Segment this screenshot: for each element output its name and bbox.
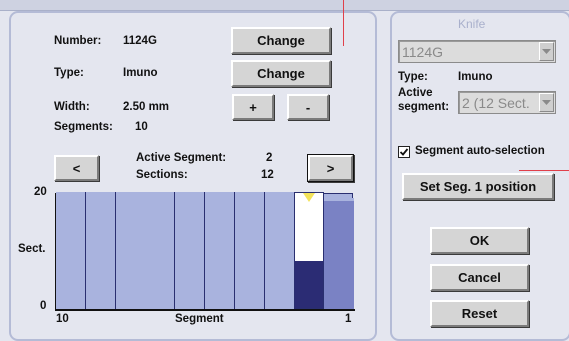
segment-bar-2	[294, 192, 324, 309]
segment-bar-5	[205, 192, 235, 309]
segments-label: Segments:	[54, 121, 113, 133]
knife-select[interactable]: 1124G	[398, 40, 556, 63]
x-tick-left: 10	[56, 313, 69, 325]
change-number-button[interactable]: Change	[231, 27, 331, 54]
segment-bar-3	[265, 192, 295, 309]
active-segment-marker-icon	[303, 193, 315, 202]
previous-segment-button[interactable]: <	[54, 155, 99, 181]
auto-selection-label[interactable]: Segment auto-selection	[415, 145, 545, 157]
segment-chart	[55, 192, 355, 311]
segment-bar-8	[116, 192, 146, 309]
knife-select-value: 1124G	[402, 43, 443, 60]
segment-bar-10	[56, 192, 86, 309]
cancel-button[interactable]: Cancel	[430, 264, 529, 291]
active-segment-field-label-line2: segment:	[398, 101, 450, 113]
callout-line-horizontal	[519, 170, 569, 171]
sections-value: 12	[261, 169, 274, 181]
x-axis-label: Segment	[175, 313, 224, 325]
checkmark-icon	[399, 148, 409, 156]
active-segment-select-value: 2 (12 Sect.	[462, 94, 530, 111]
width-decrease-button[interactable]: -	[287, 94, 329, 120]
x-tick-right: 1	[345, 313, 352, 325]
type-value: Imuno	[123, 67, 158, 79]
y-tick-min: 0	[40, 300, 47, 312]
number-label: Number:	[54, 35, 102, 47]
y-tick-max: 20	[34, 186, 47, 198]
next-segment-button[interactable]: >	[308, 155, 353, 181]
segments-value: 10	[135, 121, 148, 133]
change-type-button[interactable]: Change	[231, 60, 331, 87]
segment-bar-6	[175, 192, 205, 309]
active-segment-value: 2	[266, 152, 273, 164]
ok-button[interactable]: OK	[430, 227, 529, 254]
active-segment-label: Active Segment:	[136, 152, 227, 164]
callout-line-vertical	[343, 0, 344, 46]
width-increase-button[interactable]: +	[232, 94, 274, 120]
active-segment-chevron-down-icon[interactable]	[539, 93, 554, 112]
segment-bar-7	[145, 192, 175, 309]
knife-type-value: Imuno	[458, 71, 493, 83]
window-top-frame	[0, 0, 569, 11]
active-segment-field-label-line1: Active	[398, 87, 433, 99]
segment-bar-1	[324, 198, 354, 309]
segment-used-fill-2	[295, 261, 323, 308]
chart-axis-bottom	[55, 309, 355, 311]
type-label: Type:	[54, 67, 84, 79]
knife-panel-title: Knife	[458, 17, 486, 31]
width-label: Width:	[54, 101, 90, 113]
reset-button[interactable]: Reset	[430, 300, 529, 327]
auto-selection-checkbox[interactable]	[398, 146, 410, 158]
segment-bar-9	[86, 192, 116, 309]
sections-label: Sections:	[136, 169, 188, 181]
set-segment-position-button[interactable]: Set Seg. 1 position	[402, 173, 554, 200]
width-value: 2.50 mm	[123, 101, 170, 113]
active-segment-select[interactable]: 2 (12 Sect.	[458, 91, 556, 114]
number-value: 1124G	[123, 35, 157, 47]
segment-bar-4	[235, 192, 265, 309]
knife-select-chevron-down-icon[interactable]	[539, 42, 554, 61]
knife-type-label: Type:	[398, 71, 428, 83]
y-axis-label: Sect.	[18, 243, 46, 255]
